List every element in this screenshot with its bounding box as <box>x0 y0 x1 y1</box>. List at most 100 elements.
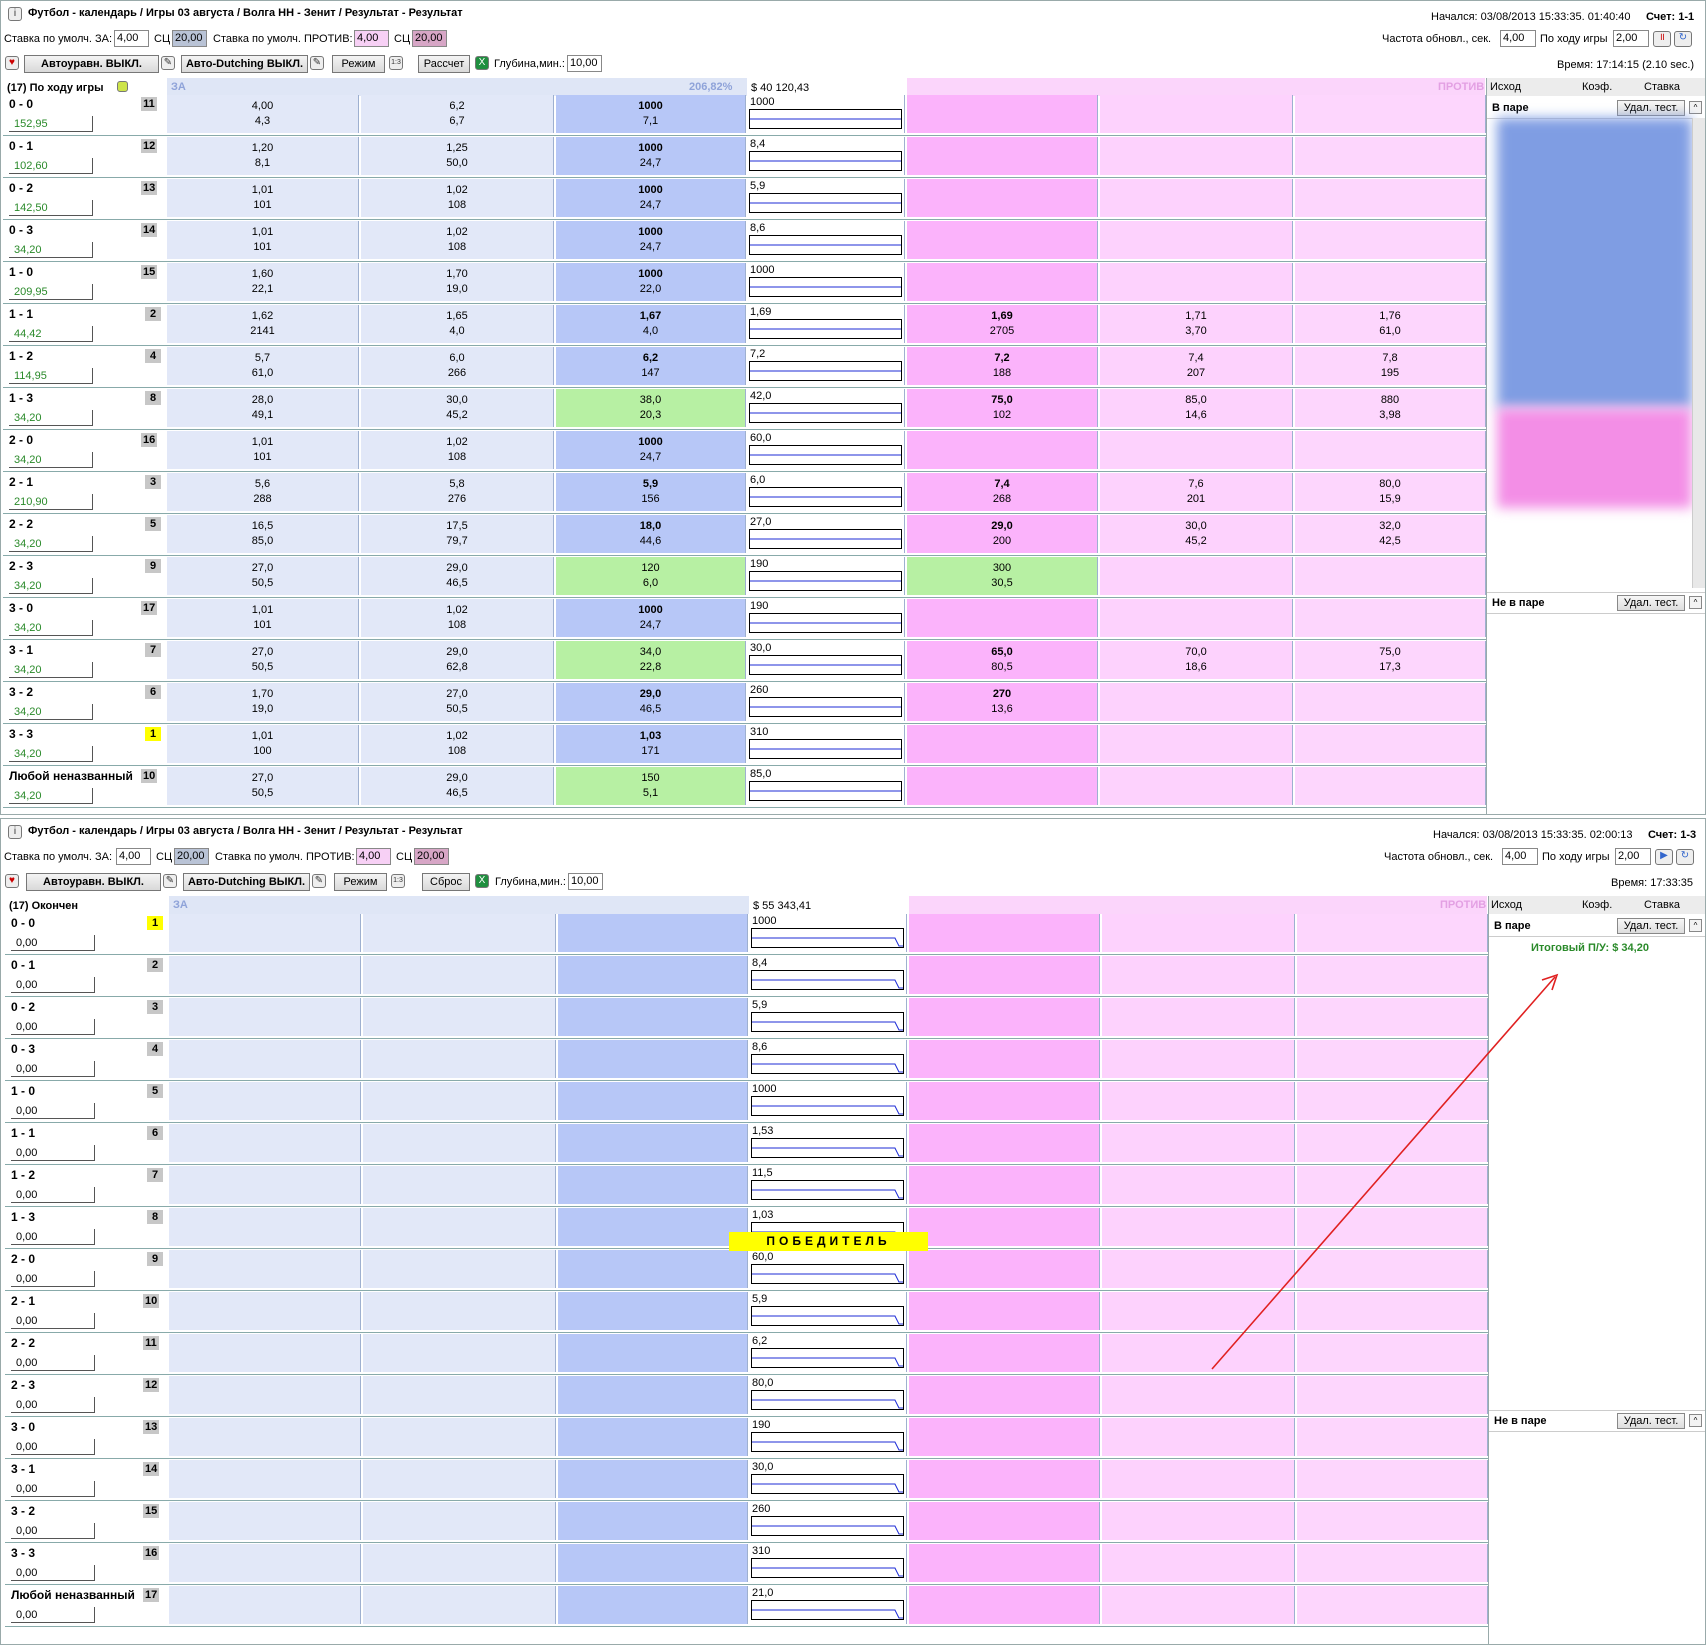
price-cell-b2[interactable] <box>363 998 556 1036</box>
price-cell-l1[interactable] <box>909 1082 1100 1120</box>
price-cell-b2[interactable] <box>363 1124 556 1162</box>
collapse-icon[interactable]: ^ <box>1689 919 1702 932</box>
edit-icon[interactable]: ✎ <box>310 56 324 70</box>
price-cell-b2[interactable]: 27,0 50,5 <box>361 683 554 721</box>
price-cell-b2[interactable] <box>363 1040 556 1078</box>
price-cell-l3[interactable]: 7,8 195 <box>1295 347 1486 385</box>
price-cell-l2[interactable] <box>1102 1544 1295 1582</box>
price-cell-b3[interactable] <box>558 1460 748 1498</box>
edit-icon[interactable]: ✎ <box>161 56 175 70</box>
edit-icon[interactable]: ✎ <box>163 874 177 888</box>
excel-icon[interactable]: X <box>475 874 489 888</box>
price-cell-b1[interactable]: 27,0 50,5 <box>167 767 359 805</box>
price-cell-l3[interactable] <box>1297 1040 1488 1078</box>
price-history-chart[interactable]: 27,0 <box>748 515 905 553</box>
price-cell-l1[interactable] <box>909 1040 1100 1078</box>
price-cell-l1[interactable] <box>907 95 1098 133</box>
price-cell-b2[interactable] <box>363 956 556 994</box>
price-cell-l1[interactable]: 75,0 102 <box>907 389 1098 427</box>
price-cell-b3[interactable]: 1,03 171 <box>556 725 746 763</box>
price-cell-b2[interactable] <box>363 914 556 952</box>
price-cell-b1[interactable]: 27,0 50,5 <box>167 641 359 679</box>
price-cell-l3[interactable]: 75,0 17,3 <box>1295 641 1486 679</box>
price-cell-b3[interactable] <box>558 998 748 1036</box>
pause-icon[interactable]: ॥ <box>1653 31 1671 47</box>
price-history-chart[interactable]: 8,6 <box>750 1040 907 1078</box>
price-cell-b3[interactable]: 38,0 20,3 <box>556 389 746 427</box>
price-cell-b1[interactable] <box>169 1418 361 1456</box>
price-cell-b2[interactable]: 1,25 50,0 <box>361 137 554 175</box>
refresh-icon[interactable]: ↻ <box>1674 31 1692 47</box>
price-history-chart[interactable]: 190 <box>748 557 905 595</box>
price-cell-b2[interactable]: 6,0 266 <box>361 347 554 385</box>
sc2-input[interactable]: 20,00 <box>414 848 449 865</box>
price-cell-l3[interactable] <box>1295 179 1486 217</box>
price-cell-l2[interactable] <box>1100 725 1293 763</box>
price-cell-l2[interactable] <box>1102 1124 1295 1162</box>
price-cell-b1[interactable] <box>169 1250 361 1288</box>
price-history-chart[interactable]: 310 <box>750 1544 907 1582</box>
price-history-chart[interactable]: 1,69 <box>748 305 905 343</box>
price-cell-l2[interactable] <box>1100 137 1293 175</box>
price-cell-l3[interactable] <box>1297 1460 1488 1498</box>
price-cell-b2[interactable]: 17,5 79,7 <box>361 515 554 553</box>
sc1-input[interactable]: 20,00 <box>174 848 209 865</box>
price-cell-l2[interactable] <box>1100 179 1293 217</box>
stake-lay-input[interactable]: 4,00 <box>356 848 391 865</box>
price-cell-l3[interactable] <box>1297 1124 1488 1162</box>
grid-icon[interactable]: 1:3 <box>391 874 405 888</box>
depth-input[interactable]: 10,00 <box>567 55 602 72</box>
price-cell-l3[interactable] <box>1297 1292 1488 1330</box>
price-history-chart[interactable]: 60,0 <box>748 431 905 469</box>
price-history-chart[interactable]: 1,53 <box>750 1124 907 1162</box>
delete-test-button[interactable]: Удал. тест. <box>1617 1413 1685 1429</box>
grid-icon[interactable]: 1:3 <box>389 56 403 70</box>
price-cell-b3[interactable]: 1000 24,7 <box>556 431 746 469</box>
price-cell-l3[interactable] <box>1295 263 1486 301</box>
price-cell-b2[interactable]: 1,02 108 <box>361 431 554 469</box>
price-cell-b2[interactable] <box>363 1376 556 1414</box>
price-history-chart[interactable]: 5,9 <box>750 1292 907 1330</box>
refresh-input[interactable]: 4,00 <box>1500 30 1536 47</box>
calc-button[interactable]: Рассчет <box>418 55 470 73</box>
price-cell-b1[interactable] <box>169 1082 361 1120</box>
price-cell-l2[interactable] <box>1102 1334 1295 1372</box>
price-cell-l1[interactable] <box>909 1124 1100 1162</box>
price-cell-b1[interactable]: 5,7 61,0 <box>167 347 359 385</box>
price-cell-b1[interactable]: 1,60 22,1 <box>167 263 359 301</box>
price-cell-b3[interactable]: 1000 24,7 <box>556 221 746 259</box>
price-history-chart[interactable]: 8,4 <box>748 137 905 175</box>
price-cell-l2[interactable] <box>1102 1040 1295 1078</box>
price-cell-l2[interactable] <box>1102 1376 1295 1414</box>
price-cell-b3[interactable]: 1000 22,0 <box>556 263 746 301</box>
sc2-input[interactable]: 20,00 <box>412 30 447 47</box>
price-cell-b3[interactable]: 150 5,1 <box>556 767 746 805</box>
price-cell-l1[interactable] <box>907 767 1098 805</box>
price-history-chart[interactable]: 8,6 <box>748 221 905 259</box>
price-cell-l3[interactable] <box>1295 557 1486 595</box>
price-cell-b2[interactable] <box>363 1544 556 1582</box>
price-cell-l1[interactable] <box>909 1376 1100 1414</box>
collapse-icon[interactable]: ^ <box>1689 101 1702 114</box>
mode-button[interactable]: Режим <box>332 55 385 73</box>
price-cell-l2[interactable] <box>1102 1250 1295 1288</box>
price-cell-l3[interactable] <box>1295 599 1486 637</box>
price-cell-b2[interactable]: 1,02 108 <box>361 221 554 259</box>
price-cell-l3[interactable] <box>1297 998 1488 1036</box>
price-cell-l2[interactable] <box>1102 1166 1295 1204</box>
price-cell-l3[interactable] <box>1295 137 1486 175</box>
collapse-icon[interactable]: ^ <box>1689 1414 1702 1427</box>
price-cell-b3[interactable]: 18,0 44,6 <box>556 515 746 553</box>
price-cell-l1[interactable] <box>907 431 1098 469</box>
stake-lay-input[interactable]: 4,00 <box>354 30 389 47</box>
price-cell-l2[interactable] <box>1100 557 1293 595</box>
price-cell-b3[interactable]: 34,0 22,8 <box>556 641 746 679</box>
price-history-chart[interactable]: 8,4 <box>750 956 907 994</box>
sc1-input[interactable]: 20,00 <box>172 30 207 47</box>
price-cell-b1[interactable] <box>169 1208 361 1246</box>
price-cell-l2[interactable]: 1,71 3,70 <box>1100 305 1293 343</box>
price-cell-b1[interactable]: 1,01 101 <box>167 179 359 217</box>
price-cell-l3[interactable] <box>1295 431 1486 469</box>
price-history-chart[interactable]: 1000 <box>748 263 905 301</box>
price-cell-b1[interactable] <box>169 1166 361 1204</box>
